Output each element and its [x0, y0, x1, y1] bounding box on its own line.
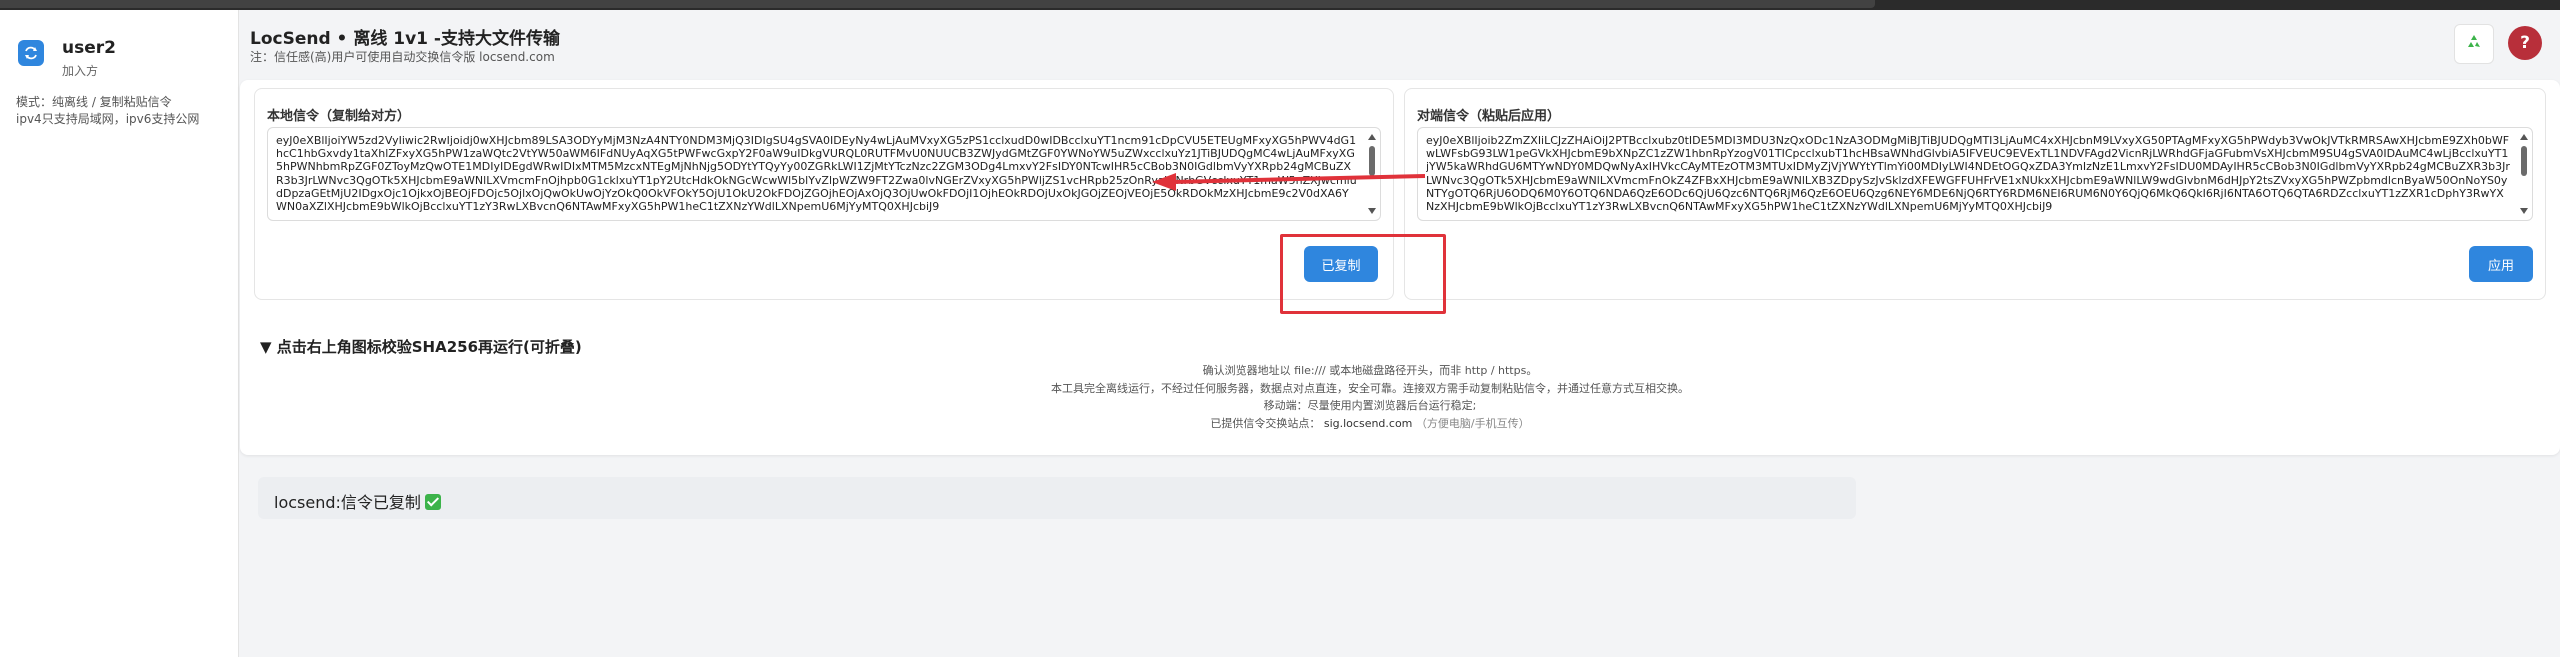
page-title: LocSend • 离线 1v1 -支持大文件传输 — [250, 29, 560, 49]
recycle-icon — [2465, 33, 2483, 55]
network-line: ipv4只支持局域网，ipv6支持公网 — [16, 112, 200, 126]
user-name: user2 — [62, 38, 116, 58]
info-line: 已提供信令交换站点： sig.locsend.com （方便电脑/手机互传） — [900, 415, 1840, 433]
scroll-down-icon[interactable] — [1368, 208, 1376, 214]
window-top-bar — [0, 0, 2560, 10]
info-line: 本工具完全离线运行，不经过任何服务器，数据点对点直连，安全可靠。连接双方需手动复… — [1051, 381, 1689, 395]
remote-signal-text: eyJ0eXBlIjoib2ZmZXIiLCJzZHAiOiJ2PTBcclxu… — [1426, 134, 2510, 214]
top-bar-highlight — [0, 0, 1875, 8]
remote-signal-textarea[interactable]: eyJ0eXBlIjoib2ZmZXIiLCJzZHAiOiJ2PTBcclxu… — [1417, 127, 2533, 221]
scroll-down-icon[interactable] — [2520, 208, 2528, 214]
check-icon — [424, 494, 441, 510]
mode-description: 模式：纯离线 / 复制粘贴信令 ipv4只支持局域网，ipv6支持公网 — [16, 94, 199, 128]
info-site-prefix: 已提供信令交换站点： — [1210, 416, 1321, 430]
scroll-up-icon[interactable] — [2520, 134, 2528, 140]
sync-arrows-icon — [18, 40, 44, 66]
info-site-hint: （方便电脑/手机互传） — [1415, 416, 1530, 430]
scroll-up-icon[interactable] — [1368, 134, 1376, 140]
recycle-button[interactable] — [2454, 24, 2494, 64]
info-line: 移动端：尽量使用内置浏览器后台运行稳定; — [1263, 399, 1477, 413]
question-icon: ? — [2520, 33, 2530, 53]
mode-line: 模式：纯离线 / 复制粘贴信令 — [16, 95, 172, 109]
sha256-collapsible-toggle[interactable]: ▼ 点击右上角图标校验SHA256再运行(可折叠) — [260, 336, 582, 357]
sidebar: user2 加入方 模式：纯离线 / 复制粘贴信令 ipv4只支持局域网，ipv… — [0, 10, 239, 657]
status-text: locsend:信令已复制 — [274, 493, 421, 512]
page-note: 注：信任感(高)用户可使用自动交换信令版 locsend.com — [250, 50, 555, 64]
info-block: 确认浏览器地址以 file:/// 或本地磁盘路径开头，而非 http / ht… — [900, 362, 1840, 432]
info-line: 确认浏览器地址以 file:/// 或本地磁盘路径开头，而非 http / ht… — [1202, 364, 1538, 377]
status-message: locsend:信令已复制 — [274, 489, 441, 513]
remote-signal-label: 对端信令（粘贴后应用） — [1417, 109, 1561, 124]
user-role: 加入方 — [62, 64, 99, 78]
help-button[interactable]: ? — [2508, 26, 2542, 60]
signal-site-link[interactable]: sig.locsend.com — [1324, 417, 1413, 430]
scroll-thumb[interactable] — [2521, 146, 2527, 176]
apply-button[interactable]: 应用 — [2469, 246, 2533, 282]
remote-signal-scrollbar[interactable] — [2518, 132, 2530, 216]
highlight-annotation-box — [1280, 234, 1446, 314]
local-signal-label: 本地信令（复制给对方） — [267, 109, 411, 124]
status-bar: locsend:信令已复制 — [258, 477, 1856, 519]
remote-signal-panel: 对端信令（粘贴后应用） eyJ0eXBlIjoib2ZmZXIiLCJzZHAi… — [1404, 88, 2546, 300]
red-arrow-annotation — [1152, 173, 1426, 191]
